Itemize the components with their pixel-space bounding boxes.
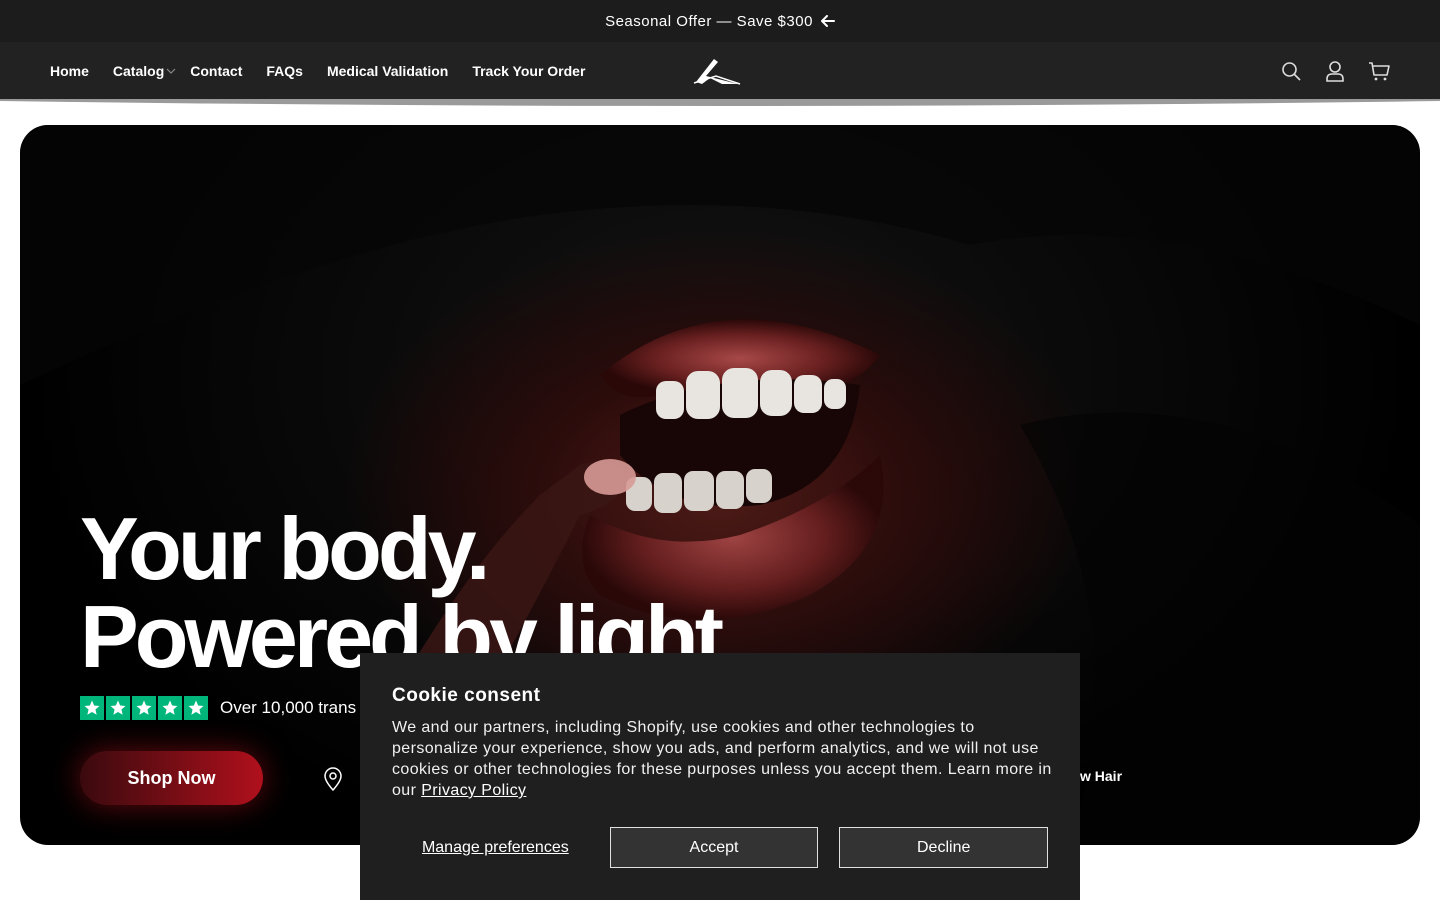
trustpilot-rating: Over 10,000 trans <box>80 696 356 720</box>
star-icon <box>80 696 104 720</box>
announcement-text: Seasonal Offer — Save $300 <box>605 12 813 30</box>
rating-text: Over 10,000 trans <box>220 698 357 717</box>
nav-contact[interactable]: Contact <box>190 63 242 79</box>
cookie-actions: Manage preferences Accept Decline <box>392 827 1049 868</box>
rating-stars <box>80 696 208 720</box>
decline-button[interactable]: Decline <box>839 827 1049 868</box>
account-icon[interactable] <box>1324 60 1346 82</box>
star-icon <box>106 696 130 720</box>
nav-faqs[interactable]: FAQs <box>266 63 303 79</box>
nav-track-order[interactable]: Track Your Order <box>472 63 585 79</box>
main-nav: Home Catalog Contact FAQs Medical Valida… <box>50 42 609 100</box>
manage-preferences-button[interactable]: Manage preferences <box>392 839 599 857</box>
chevron-down-icon <box>166 68 176 74</box>
shop-now-button[interactable]: Shop Now <box>80 751 263 805</box>
privacy-policy-link[interactable]: Privacy Policy <box>421 782 526 799</box>
star-icon <box>158 696 182 720</box>
arrow-left-icon <box>820 15 835 27</box>
location-pin-icon <box>324 767 342 791</box>
nav-medical-validation[interactable]: Medical Validation <box>327 63 448 79</box>
cookie-consent-dialog: Cookie consent We and our partners, incl… <box>360 653 1080 900</box>
hero-feature-text: w Hair <box>1080 768 1123 784</box>
site-header: Home Catalog Contact FAQs Medical Valida… <box>0 42 1440 100</box>
cookie-body: We and our partners, including Shopify, … <box>392 717 1052 801</box>
nav-catalog-label: Catalog <box>112 63 165 79</box>
headline-line-1: Your body. <box>80 499 490 598</box>
nav-home[interactable]: Home <box>50 63 89 79</box>
brand-logo[interactable] <box>692 56 742 86</box>
search-icon[interactable] <box>1280 60 1302 82</box>
nav-catalog[interactable]: Catalog <box>112 63 176 79</box>
accept-button[interactable]: Accept <box>609 827 819 868</box>
star-icon <box>132 696 156 720</box>
announcement-bar[interactable]: Seasonal Offer — Save $300 <box>0 0 1440 42</box>
header-curve-divider <box>0 99 1440 106</box>
cookie-title: Cookie consent <box>392 685 541 706</box>
star-icon <box>184 696 208 720</box>
cart-icon[interactable] <box>1368 60 1390 82</box>
header-icons <box>1280 42 1390 100</box>
